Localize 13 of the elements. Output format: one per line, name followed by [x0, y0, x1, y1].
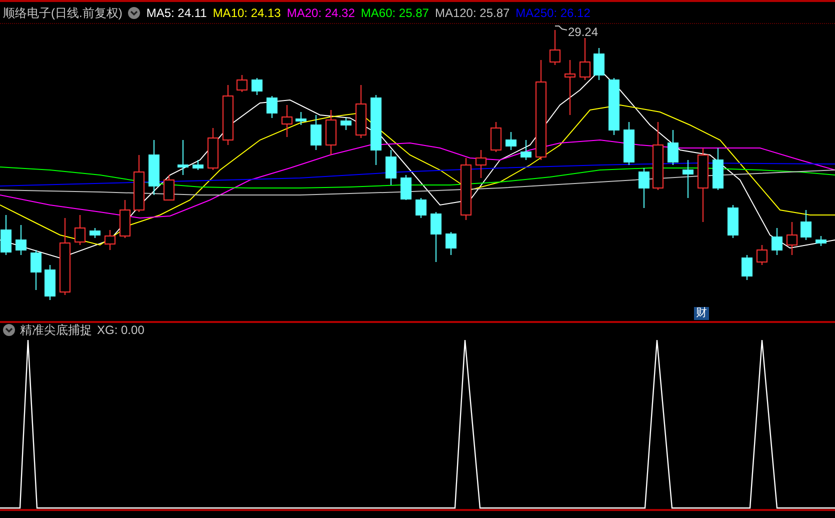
- indicator-reading: XG: 0.00: [97, 322, 144, 339]
- indicator-name: 精准尖底捕捉: [20, 322, 92, 339]
- high-price-label: 29.24: [568, 24, 598, 41]
- moving-average-legend: MA250: 26.12: [516, 4, 590, 22]
- moving-average-legend: MA10: 24.13: [212, 4, 281, 22]
- moving-average-legend: MA5: 24.11: [146, 4, 207, 22]
- collapse-icon[interactable]: [128, 6, 140, 18]
- event-badge: 财: [694, 307, 709, 320]
- moving-average-legend: MA120: 25.87: [434, 4, 510, 22]
- collapse-icon[interactable]: [3, 324, 15, 336]
- moving-average-legend: MA60: 25.87: [360, 4, 429, 22]
- chart-title: 顺络电子(日线.前复权): [3, 4, 122, 22]
- moving-average-legend: MA20: 24.32: [286, 4, 355, 22]
